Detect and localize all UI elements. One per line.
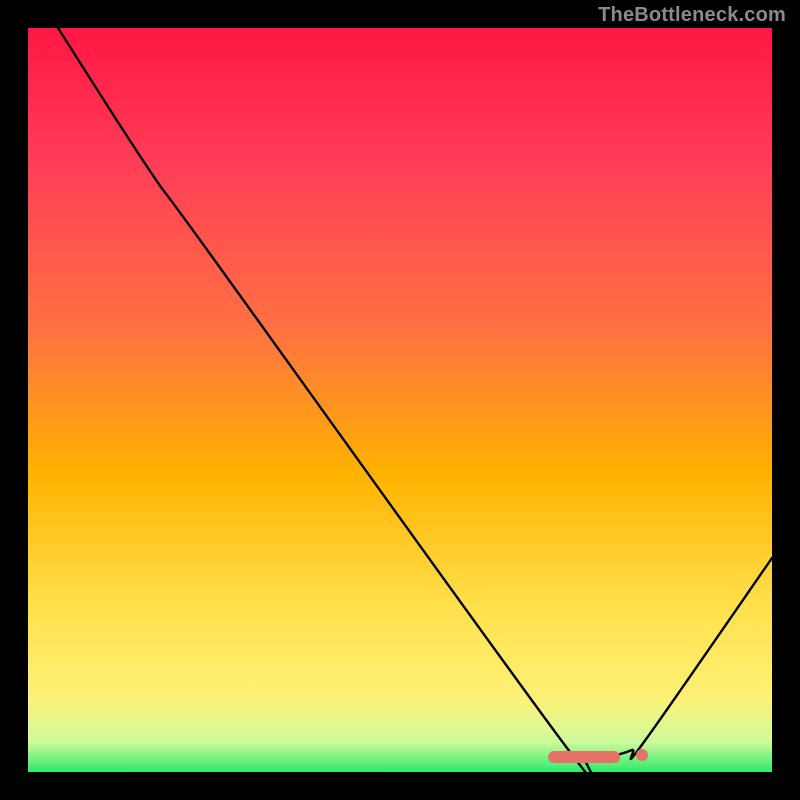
chart-plot-area <box>28 28 772 772</box>
optimal-range-marker <box>548 751 620 763</box>
chart-svg <box>28 28 772 772</box>
optimal-point-marker <box>636 749 648 761</box>
chart-background-gradient <box>28 28 772 772</box>
watermark-text: TheBottleneck.com <box>598 4 786 27</box>
